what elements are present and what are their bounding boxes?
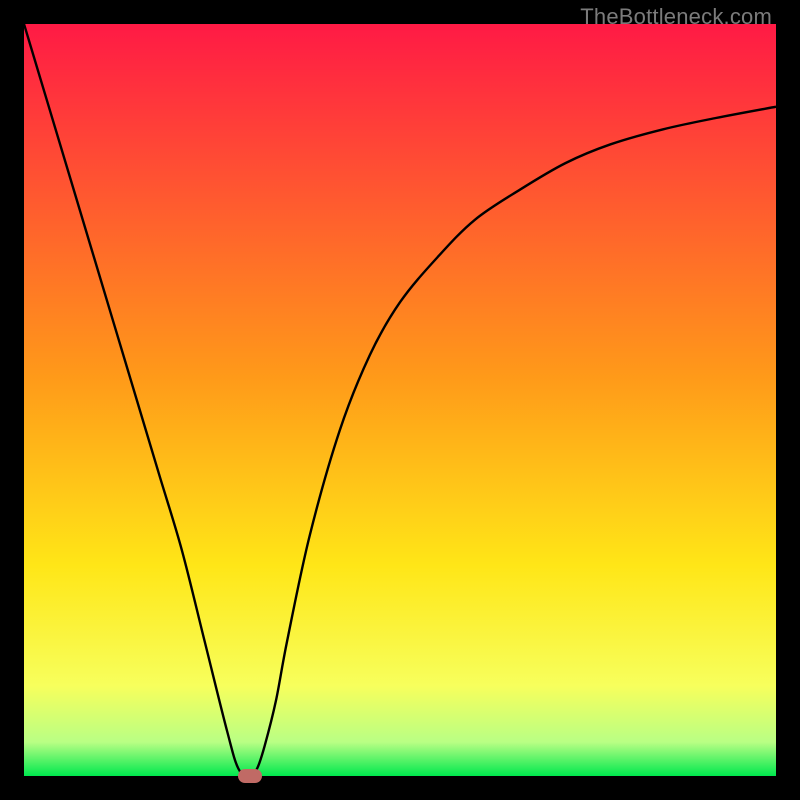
- bottleneck-chart: [24, 24, 776, 776]
- chart-frame: [24, 24, 776, 776]
- optimal-point-marker: [238, 769, 262, 783]
- watermark-text: TheBottleneck.com: [580, 4, 772, 30]
